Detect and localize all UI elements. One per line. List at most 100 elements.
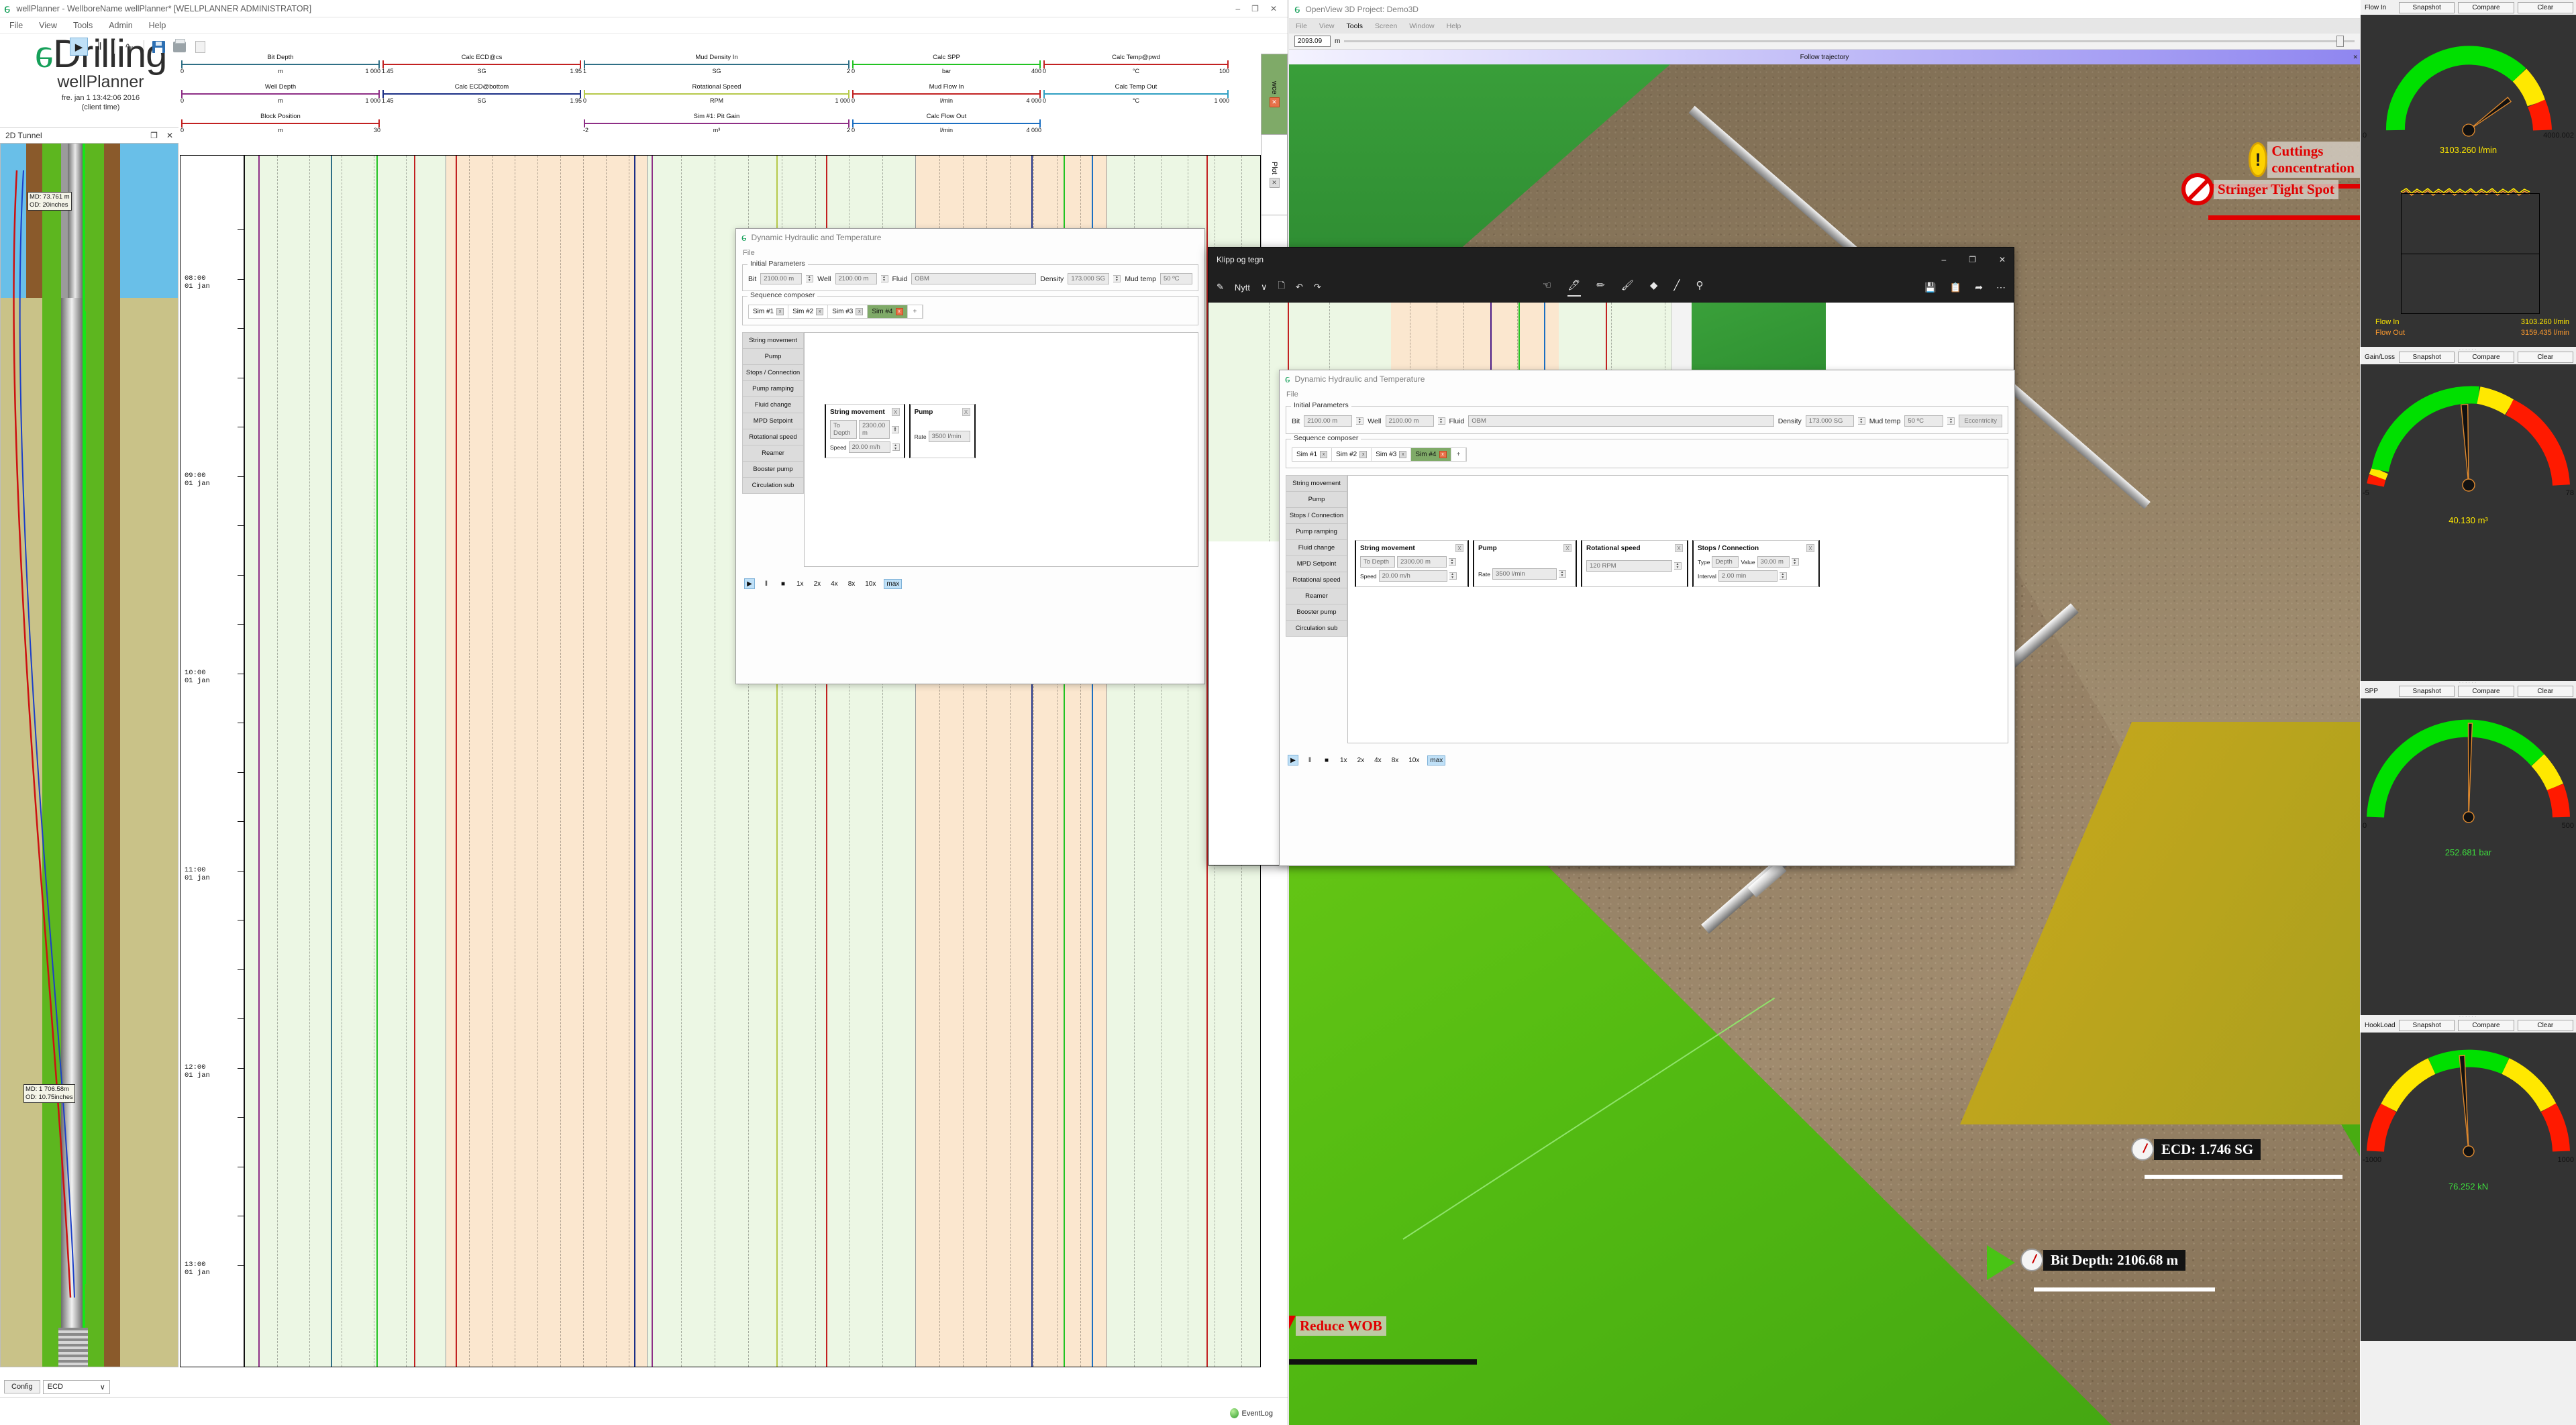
pause-button[interactable]: ‖	[761, 578, 772, 589]
gauge-body-gain-loss[interactable]: -5 78 40.130 m³	[2361, 364, 2576, 681]
snapshot-button[interactable]: Snapshot	[2399, 1019, 2455, 1031]
speed-1x-front[interactable]: 1x	[1338, 756, 1349, 765]
rate-value[interactable]: 3500 l/min	[928, 431, 970, 442]
density-field[interactable]: 173.000 SG	[1068, 273, 1110, 284]
speed-max[interactable]: max	[884, 578, 903, 589]
tab-sim-2[interactable]: Sim #2 x	[788, 305, 829, 318]
speed-10x[interactable]: 10x	[863, 580, 878, 588]
speed-spinner-front[interactable]: ▲ ▼	[1449, 572, 1457, 580]
compare-button[interactable]: Compare	[2458, 685, 2514, 697]
annotation-stringer[interactable]: Stringer Tight Spot	[2181, 173, 2338, 205]
card-string-movement-front[interactable]: String movement X To Depth 2300.00 m ▲ ▼ …	[1355, 540, 1469, 587]
eccentricity-button[interactable]: Eccentricity	[1959, 415, 2002, 427]
ov-menu-screen[interactable]: Screen	[1375, 22, 1397, 30]
mudtemp-field[interactable]: 50 ºC	[1160, 273, 1192, 284]
to-depth-spinner[interactable]: ▲ ▼	[892, 425, 899, 433]
step-pump-ramping-front[interactable]: Pump ramping	[1286, 523, 1347, 539]
close-icon[interactable]: X	[891, 408, 900, 416]
close-icon[interactable]: x	[816, 308, 824, 315]
copy-icon[interactable]: 📋	[1950, 282, 1961, 293]
stop-button-front[interactable]: ■	[1321, 755, 1332, 766]
pause-button[interactable]: ‖	[91, 38, 109, 56]
ballpoint-pen-icon[interactable]: 🖊	[1566, 278, 1582, 297]
compare-button[interactable]: Compare	[2458, 1, 2514, 13]
new-snip-icon[interactable]: ✎	[1217, 282, 1224, 293]
snapshot-button[interactable]: Snapshot	[2399, 685, 2455, 697]
more-icon[interactable]: ⋯	[1996, 282, 2006, 293]
clear-button[interactable]: Clear	[2517, 351, 2573, 363]
step-mpd-setpoint-front[interactable]: MPD Setpoint	[1286, 556, 1347, 572]
close-icon[interactable]: x	[1320, 451, 1328, 458]
close-icon[interactable]: X	[1455, 544, 1463, 552]
to-depth-select-front[interactable]: To Depth	[1360, 556, 1395, 568]
rpm-spinner-front[interactable]: ▲ ▼	[1674, 562, 1682, 570]
close-icon[interactable]: x	[1359, 451, 1368, 458]
tab-sim-2-front[interactable]: Sim #2 x	[1332, 448, 1372, 461]
speed-10x-front[interactable]: 10x	[1406, 756, 1421, 765]
play-button[interactable]: ▶	[744, 578, 755, 589]
step-mpd-setpoint[interactable]: MPD Setpoint	[742, 413, 804, 429]
step-pump-front[interactable]: Pump	[1286, 491, 1347, 507]
step-string-movement[interactable]: String movement	[742, 332, 804, 348]
step-stops-connection[interactable]: Stops / Connection	[742, 364, 804, 380]
step-circulation-sub-front[interactable]: Circulation sub	[1286, 620, 1347, 637]
menu-help[interactable]: Help	[149, 21, 166, 30]
density-field-front[interactable]: 173.000 SG	[1805, 415, 1854, 427]
gauge-body-hookload[interactable]: -1000 1000 76.252 kN	[2361, 1033, 2576, 1341]
stops-type-select-front[interactable]: Depth	[1712, 556, 1739, 568]
save-icon[interactable]: 💾	[1924, 282, 1936, 293]
card-stops-connection-front[interactable]: Stops / Connection X Type Depth Value 30…	[1692, 540, 1820, 587]
new-snip-label[interactable]: Nytt	[1235, 282, 1250, 293]
step-stops-connection-front[interactable]: Stops / Connection	[1286, 507, 1347, 523]
tab-sim-3[interactable]: Sim #3 x	[828, 305, 868, 318]
play-button[interactable]: ▶	[70, 38, 88, 56]
close-icon[interactable]: x	[856, 308, 864, 315]
step-fluid-change[interactable]: Fluid change	[742, 397, 804, 413]
gauge-body-spp[interactable]: 0 500 252.681 bar	[2361, 698, 2576, 1015]
dynamic-hydraulic-dialog-front[interactable]: ə Dynamic Hydraulic and Temperature File…	[1279, 370, 2015, 866]
fluid-select[interactable]: OBM	[911, 273, 1037, 284]
snip-sketch-window[interactable]: Klipp og tegn – ❐ ✕ ✎ Nytt ∨ 🗋 ↶ ↷ ☜ 🖊 ✏…	[1208, 247, 2015, 866]
step-fluid-change-front[interactable]: Fluid change	[1286, 539, 1347, 556]
gauge-body-flow-in[interactable]: 0 4000.002 3103.260 l/min Flow In 3103.2…	[2361, 15, 2576, 347]
close-icon[interactable]: X	[1806, 544, 1814, 552]
to-depth-value-front[interactable]: 2300.00 m	[1397, 556, 1447, 568]
close-icon[interactable]: x	[895, 308, 903, 315]
card-pump-back[interactable]: Pump X Rate 3500 l/min	[909, 404, 976, 458]
close-button[interactable]: ✕	[1999, 255, 2006, 264]
speed-value[interactable]: 20.00 m/h	[848, 441, 890, 453]
maximize-button[interactable]: ❐	[1969, 255, 1976, 264]
dynamic-hydraulic-dialog-back[interactable]: ə Dynamic Hydraulic and Temperature File…	[735, 228, 1205, 684]
annotation-bitdepth[interactable]: Bit Depth: 2106.68 m	[2020, 1249, 2186, 1271]
stops-interval-spinner-front[interactable]: ▲ ▼	[1779, 572, 1787, 580]
annotation-ecd[interactable]: ECD: 1.746 SG	[2131, 1138, 2261, 1161]
open-file-icon[interactable]: 🗋	[1278, 280, 1285, 295]
dialog-menu-file[interactable]: File	[743, 249, 755, 257]
stop-button[interactable]: ■	[778, 578, 788, 589]
touch-write-icon[interactable]: ☜	[1541, 278, 1553, 297]
follow-trajectory-bar[interactable]: Follow trajectory ✕	[1289, 50, 2360, 64]
wave-icon[interactable]: ∿	[120, 38, 138, 56]
track-1[interactable]	[245, 156, 446, 1367]
speed-8x[interactable]: 8x	[846, 580, 858, 588]
fluid-select-front[interactable]: OBM	[1468, 415, 1774, 427]
close-icon[interactable]: x	[1439, 451, 1447, 458]
step-pump-ramping[interactable]: Pump ramping	[742, 380, 804, 397]
step-reamer[interactable]: Reamer	[742, 445, 804, 461]
sequence-canvas-front[interactable]: String movement X To Depth 2300.00 m ▲ ▼ …	[1347, 475, 2008, 743]
crop-icon[interactable]: ⚲	[1694, 278, 1704, 297]
print-icon[interactable]	[170, 38, 189, 56]
ov-menu-tools[interactable]: Tools	[1347, 22, 1363, 30]
eraser-icon[interactable]: ◆	[1649, 278, 1659, 297]
mudtemp-field-front[interactable]: 50 ºC	[1904, 415, 1944, 427]
pause-button-front[interactable]: ‖	[1304, 755, 1315, 766]
share-icon[interactable]: ➦	[1975, 282, 1983, 293]
highlighter-icon[interactable]: 🖌	[1620, 278, 1635, 297]
density-spinner[interactable]: ▲ ▼	[1113, 275, 1121, 282]
ov-menu-help[interactable]: Help	[1447, 22, 1461, 30]
step-string-movement-front[interactable]: String movement	[1286, 475, 1347, 491]
close-button[interactable]: ✕	[1270, 4, 1277, 13]
speed-spinner[interactable]: ▲ ▼	[892, 443, 900, 451]
ov-menu-view[interactable]: View	[1319, 22, 1335, 30]
step-pump[interactable]: Pump	[742, 348, 804, 364]
